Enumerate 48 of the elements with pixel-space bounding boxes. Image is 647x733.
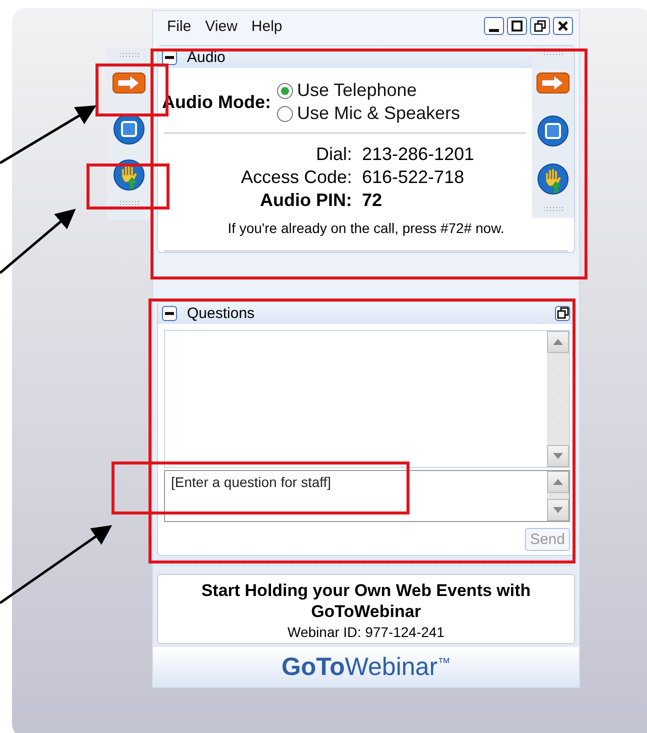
minimize-button[interactable] — [484, 17, 504, 35]
panel-title: Audio — [187, 48, 226, 66]
close-button[interactable] — [553, 17, 573, 35]
scroll-up-button[interactable] — [547, 331, 569, 353]
detail-value: 72 — [362, 190, 384, 211]
down-arrow-icon — [553, 453, 563, 459]
menu-item[interactable]: File — [167, 18, 192, 34]
up-arrow-icon — [553, 339, 563, 345]
maximize-icon — [511, 20, 523, 32]
scrollbar[interactable] — [547, 331, 569, 467]
gripper-icon — [118, 200, 138, 206]
logo: GoToWebinar$^{™}$ — [281, 652, 451, 682]
minus-icon — [165, 312, 174, 314]
radio-button[interactable] — [276, 106, 293, 122]
restore-button[interactable] — [530, 17, 550, 35]
detail-value: 213-286-1201 — [362, 144, 476, 165]
radio-option[interactable]: Use Mic & Speakers — [276, 103, 460, 124]
webinar-id: Webinar ID: 977-124-241 — [286, 624, 446, 640]
promo-title: Start Holding your Own Web Events with GoToWebinar — [200, 580, 532, 622]
down-arrow-icon — [553, 507, 563, 513]
restore-icon — [534, 20, 546, 32]
collapse-button[interactable] — [162, 306, 177, 320]
minus-icon — [165, 56, 174, 58]
gripper-icon — [118, 52, 138, 58]
detail-label: Dial: — [314, 144, 352, 165]
detail-label: Audio PIN: — [259, 190, 352, 211]
menu-item[interactable]: View — [205, 18, 238, 34]
maximize-button[interactable] — [507, 17, 527, 35]
radio-button[interactable] — [276, 82, 293, 98]
hand-icon — [537, 163, 569, 195]
up-arrow-icon — [553, 479, 563, 485]
minimize-icon — [489, 28, 499, 32]
panel-title: Questions — [187, 304, 255, 322]
menu-item[interactable]: Help — [251, 18, 282, 34]
gripper-icon — [543, 206, 563, 212]
scroll-down-button[interactable] — [547, 445, 569, 467]
scrollbar[interactable] — [547, 471, 569, 521]
hand-icon — [112, 159, 144, 191]
stop-icon — [537, 115, 569, 147]
gripper-icon — [543, 50, 563, 56]
detail-value: 616-522-718 — [362, 167, 466, 188]
restore-button[interactable] — [555, 306, 570, 320]
close-icon — [557, 20, 569, 32]
restore-icon — [556, 307, 568, 319]
scroll-down-button[interactable] — [547, 499, 569, 521]
scroll-up-button[interactable] — [547, 471, 569, 493]
radio-option[interactable]: Use Telephone — [276, 80, 460, 101]
detail-label: Access Code: — [240, 167, 352, 188]
